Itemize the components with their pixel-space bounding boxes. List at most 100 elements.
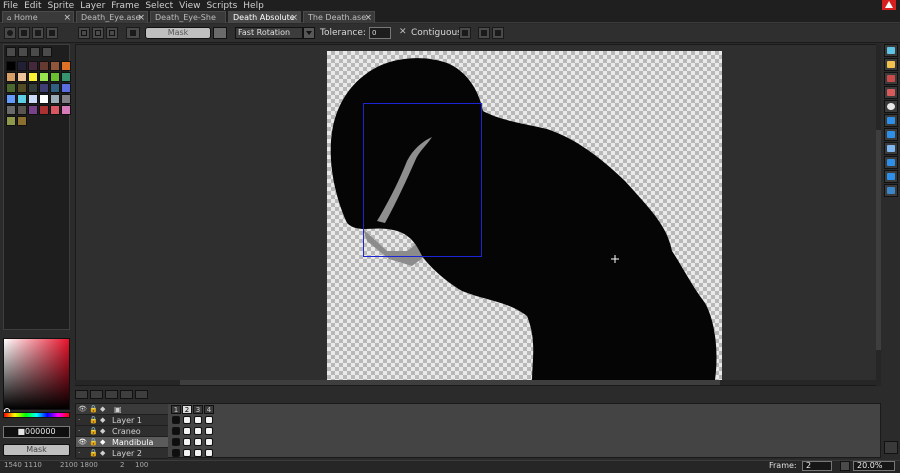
timeline-cel[interactable] (183, 427, 191, 435)
lock-icon[interactable]: 🔒 (89, 415, 98, 426)
selection-rectangle[interactable] (363, 103, 482, 257)
palette-swatch[interactable] (61, 61, 71, 71)
continuous-icon[interactable]: ◆ (100, 404, 110, 415)
selection-replace-button[interactable] (78, 27, 90, 39)
palette-swatch[interactable] (6, 72, 16, 82)
layer-row[interactable]: 👁 🔒 ◆ Mandibula (76, 437, 168, 448)
tolerance-input[interactable]: 0 (369, 27, 391, 39)
timeline-cel[interactable] (194, 438, 202, 446)
palette-swatch[interactable] (39, 61, 49, 71)
eye-icon[interactable]: 👁 (78, 404, 87, 415)
brush-square-button[interactable] (32, 27, 44, 39)
brush-size-button[interactable] (18, 27, 30, 39)
frame-input[interactable]: 2 (802, 461, 832, 471)
selection-add-button[interactable] (92, 27, 104, 39)
close-icon[interactable]: × (364, 12, 372, 23)
close-icon[interactable]: × (63, 12, 71, 23)
tab-the-death[interactable]: The Death.ase × (303, 11, 375, 23)
lock-icon[interactable]: 🔒 (89, 404, 98, 415)
horizontal-scroll-thumb[interactable] (180, 380, 720, 385)
tool-eraser[interactable] (884, 72, 898, 85)
continuous-icon[interactable]: ◆ (100, 437, 110, 448)
timeline-cel[interactable] (172, 449, 180, 457)
tab-home[interactable]: ⌂ Home × (2, 11, 74, 23)
vertical-scroll-thumb[interactable] (876, 130, 881, 350)
palette-swatch[interactable] (6, 116, 16, 126)
eye-icon[interactable]: 👁 (78, 437, 87, 448)
palette-swatch[interactable] (28, 83, 38, 93)
chevron-down-icon[interactable] (303, 27, 315, 39)
palette-swatch[interactable] (28, 105, 38, 115)
eye-icon[interactable]: · (78, 448, 86, 459)
palette-swatch[interactable] (17, 116, 27, 126)
palette-swatch[interactable] (39, 72, 49, 82)
palette-swatch[interactable] (28, 61, 38, 71)
mask-slider[interactable]: Mask (145, 27, 211, 39)
tool-eyedropper[interactable] (884, 86, 898, 99)
continuous-icon[interactable]: ◆ (100, 415, 110, 426)
tool-zoom[interactable] (884, 100, 898, 113)
lock-icon[interactable]: 🔒 (89, 426, 98, 437)
play-button[interactable] (105, 390, 118, 399)
brush-options-button[interactable] (46, 27, 58, 39)
foreground-color-field[interactable]: ■000000 (3, 426, 70, 438)
palette-swatch[interactable] (50, 72, 60, 82)
contiguous-checkbox[interactable]: ✕ (399, 27, 407, 37)
palette-swatch[interactable] (6, 94, 16, 104)
layer-row[interactable]: · 🔒 ◆ Craneo (76, 426, 168, 437)
onion-skin-icon[interactable]: ▣ (114, 404, 122, 415)
tool-move[interactable] (884, 114, 898, 127)
palette-options-button[interactable] (42, 47, 52, 57)
palette-swatch[interactable] (17, 105, 27, 115)
palette-swatch[interactable] (39, 105, 49, 115)
layer-row[interactable]: · 🔒 ◆ Layer 1 (76, 415, 168, 426)
mask-color-button[interactable]: Mask (3, 444, 70, 456)
pivot-button[interactable] (459, 27, 471, 39)
frame-header-2[interactable]: 2 (182, 405, 192, 414)
last-frame-button[interactable] (135, 390, 148, 399)
timeline-options-button[interactable] (884, 441, 898, 454)
palette-swatch[interactable] (61, 72, 71, 82)
tool-line[interactable] (884, 142, 898, 155)
lock-icon[interactable]: 🔒 (89, 437, 98, 448)
palette-swatch[interactable] (61, 105, 71, 115)
timeline-cel[interactable] (205, 416, 213, 424)
palette-swatch[interactable] (50, 105, 60, 115)
lock-icon[interactable]: 🔒 (89, 448, 98, 459)
palette-swatch[interactable] (50, 94, 60, 104)
timeline-cel[interactable] (205, 438, 213, 446)
tool-blur[interactable] (884, 184, 898, 197)
palette-sort-button[interactable] (30, 47, 40, 57)
previous-frame-button[interactable] (90, 390, 103, 399)
palette-swatch[interactable] (6, 61, 16, 71)
tool-contour[interactable] (884, 170, 898, 183)
palette-swatch[interactable] (39, 94, 49, 104)
timeline-cel[interactable] (205, 427, 213, 435)
palette-swatch[interactable] (28, 72, 38, 82)
tool-rectangle[interactable] (884, 156, 898, 169)
cancel-transform-button[interactable] (492, 27, 504, 39)
frame-header-4[interactable]: 4 (204, 405, 214, 414)
tool-paint-bucket[interactable] (884, 128, 898, 141)
next-frame-button[interactable] (120, 390, 133, 399)
frame-header-3[interactable]: 3 (193, 405, 203, 414)
palette-swatch[interactable] (6, 105, 16, 115)
palette-swatch[interactable] (61, 83, 71, 93)
palette-swatch[interactable] (61, 94, 71, 104)
timeline-cel[interactable] (183, 416, 191, 424)
first-frame-button[interactable] (75, 390, 88, 399)
timeline-cel[interactable] (172, 427, 180, 435)
layer-row[interactable]: · 🔒 ◆ Layer 2 (76, 448, 168, 459)
brush-type-button[interactable] (4, 27, 16, 39)
transparent-color-button[interactable] (126, 27, 140, 39)
timeline-cel[interactable] (194, 427, 202, 435)
zoom-button[interactable] (840, 461, 850, 471)
palette-swatch[interactable] (6, 83, 16, 93)
mask-color-button[interactable] (213, 27, 227, 39)
timeline-cel[interactable] (172, 416, 180, 424)
palette-swatch[interactable] (50, 83, 60, 93)
zoom-input[interactable]: 20.0% (853, 461, 895, 471)
palette-swatch[interactable] (28, 94, 38, 104)
color-spectrum[interactable] (3, 338, 70, 410)
continuous-icon[interactable]: ◆ (100, 426, 110, 437)
